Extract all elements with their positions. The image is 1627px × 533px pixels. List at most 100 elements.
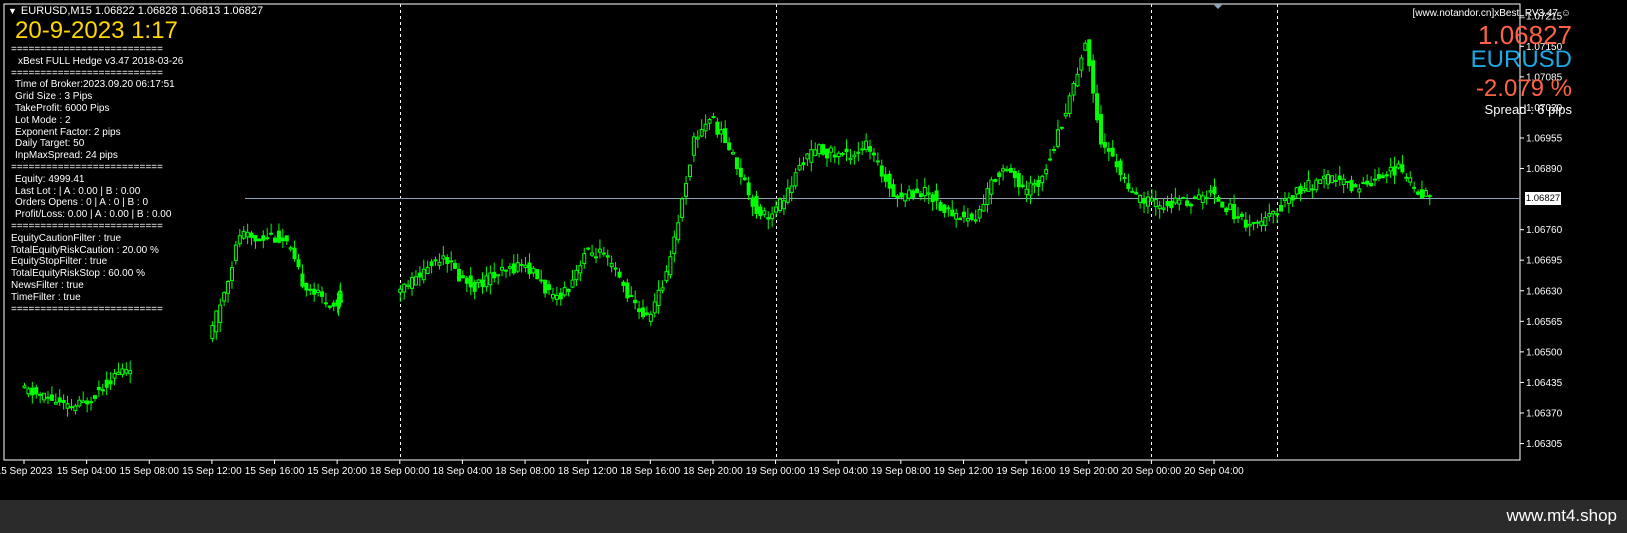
candle-body <box>1224 207 1229 213</box>
candle-body <box>480 279 485 287</box>
candle-body <box>539 279 544 282</box>
ea-info-panel: ========================== xBest FULL He… <box>10 44 183 315</box>
candle-body <box>61 399 66 404</box>
candle-body <box>1271 210 1276 215</box>
candle-body <box>1376 174 1381 179</box>
candle-body <box>1247 223 1252 227</box>
candle-body <box>257 238 262 242</box>
candle-body <box>1314 179 1319 191</box>
dropdown-triangle-icon[interactable]: ▼ <box>8 6 17 16</box>
candle-body <box>89 401 94 404</box>
candle-body <box>993 179 998 182</box>
candle-body <box>656 289 661 306</box>
candle-body <box>997 172 1002 178</box>
site-url: www.mt4.shop <box>1506 506 1617 525</box>
candle-body <box>566 288 571 292</box>
chart-window[interactable]: 1.07215 1.07150 1.07085 1.07020 1.06955 1.068… <box>0 0 1627 500</box>
candle-body <box>1153 199 1158 208</box>
candle-body <box>930 194 935 203</box>
candle-body <box>621 281 626 286</box>
candle-body <box>586 247 591 250</box>
candle-body <box>492 271 497 279</box>
candle-body <box>852 154 857 158</box>
candle-body <box>1063 112 1068 117</box>
candle-body <box>1392 166 1397 176</box>
candle-body <box>809 149 814 163</box>
candle-body <box>327 305 332 308</box>
separator: ========================== <box>11 220 163 232</box>
candle-body <box>633 299 638 304</box>
candle-body <box>1067 95 1072 115</box>
candle-body <box>96 386 101 391</box>
candle-body <box>460 275 465 278</box>
time-axis-label: 15 Sep 2023 <box>0 466 53 477</box>
candle-body <box>582 253 587 265</box>
candle-body <box>1102 142 1107 148</box>
candle-body <box>1286 197 1291 204</box>
candle-body <box>437 261 442 266</box>
candle-body <box>1169 200 1174 209</box>
candle-body <box>441 255 446 260</box>
candle-body <box>1365 180 1370 185</box>
candle-body <box>81 400 86 404</box>
candle-body <box>731 152 736 155</box>
candle-body <box>417 272 422 278</box>
candle-body <box>1098 114 1103 145</box>
candle-body <box>1267 213 1272 217</box>
candle-body <box>210 324 215 339</box>
candle-body <box>856 151 861 154</box>
candle-body <box>547 284 552 291</box>
candle-body <box>261 235 266 241</box>
time-axis-label: 20 Sep 04:00 <box>1184 466 1244 477</box>
filter-equity-stop: EquityStopFilter : true <box>11 256 108 268</box>
candle-body <box>308 288 313 291</box>
candle-body <box>1052 148 1057 151</box>
candle-body <box>660 287 665 291</box>
candle-body <box>73 405 78 412</box>
ea-brand-label: [www.notandor.cn]xBest_RV3.47 ☺ <box>1413 8 1571 19</box>
time-axis-label: 19 Sep 20:00 <box>1059 466 1119 477</box>
candle-body <box>511 263 516 274</box>
candle-body <box>915 188 919 194</box>
time-axis-label: 15 Sep 08:00 <box>120 466 180 477</box>
plot-frame <box>3 3 1521 461</box>
candle-body <box>934 190 939 201</box>
candle-body <box>1200 195 1205 203</box>
price-chart[interactable]: 1.072151.071501.070851.070201.069551.068… <box>0 0 1627 500</box>
candle-body <box>406 284 411 287</box>
candle-body <box>269 232 274 235</box>
percent-change: -2.079 % <box>1475 75 1572 102</box>
candle-body <box>49 394 54 401</box>
candle-body <box>22 385 27 389</box>
candle-body <box>1259 220 1264 227</box>
candle-body <box>120 368 125 376</box>
candle-body <box>1020 184 1025 188</box>
setting-broker-time: Time of Broker:2023.09.20 06:17:51 <box>15 79 175 91</box>
candle-body <box>226 280 231 294</box>
time-axis-label: 15 Sep 04:00 <box>57 466 117 477</box>
candle-body <box>903 193 908 202</box>
candle-body <box>1157 205 1162 210</box>
candle-body <box>1142 198 1147 204</box>
candle-body <box>85 400 90 405</box>
candle-body <box>817 144 822 155</box>
candle-body <box>292 247 297 260</box>
candle-body <box>1208 190 1213 193</box>
candle-body <box>1079 57 1084 71</box>
candle-body <box>1388 166 1393 172</box>
time-axis-label: 18 Sep 04:00 <box>433 466 493 477</box>
candle-body <box>1357 188 1362 193</box>
candle-body <box>1118 160 1123 176</box>
filter-total-equity-risk-caution: TotalEquityRiskCaution : 20.00 % <box>11 244 159 256</box>
candle-body <box>1040 175 1045 184</box>
candle-body <box>476 279 481 283</box>
candle-body <box>1282 198 1287 201</box>
candle-body <box>1349 179 1354 192</box>
candle-body <box>288 247 293 250</box>
price-axis-label: 1.06955 <box>1526 133 1563 144</box>
candle-body <box>1380 175 1385 179</box>
candle-body <box>218 304 223 323</box>
candle-body <box>1161 207 1166 210</box>
candle-body <box>1329 175 1334 184</box>
candle-body <box>558 292 563 300</box>
